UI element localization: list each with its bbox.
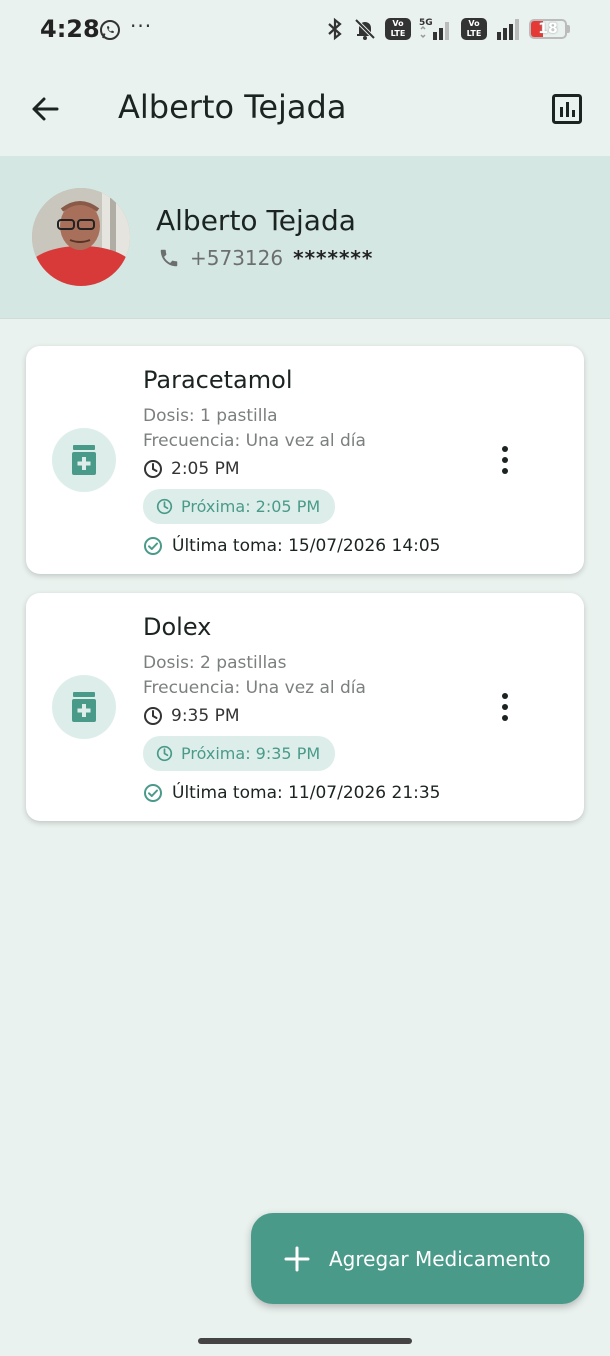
medication-time-row: 2:05 PM: [143, 459, 240, 479]
patient-phone: +573126 *******: [158, 246, 373, 270]
medication-time-row: 9:35 PM: [143, 706, 240, 726]
bluetooth-icon: [328, 17, 342, 41]
clock-icon: [144, 460, 162, 478]
whatsapp-icon: [100, 20, 120, 40]
status-bar: 4:28 ··· Vo LTE 5G Vo LTE 18: [0, 0, 610, 60]
next-dose-chip: Próxima: 9:35 PM: [143, 736, 336, 771]
last-taken-text: Última toma: 11/07/2026 21:35: [172, 783, 441, 803]
phone-number: +573126: [190, 246, 284, 270]
medication-frequency: Frecuencia: Una vez al día: [143, 431, 366, 451]
volte-icon-2: Vo LTE: [461, 18, 487, 40]
last-taken-text: Última toma: 15/07/2026 14:05: [172, 536, 441, 556]
next-dose-text: Próxima: 2:05 PM: [181, 497, 321, 516]
check-circle-icon: [144, 784, 162, 802]
add-medication-label: Agregar Medicamento: [329, 1246, 551, 1271]
clock-icon: [156, 498, 173, 515]
status-time: 4:28: [40, 15, 100, 43]
status-overflow: ···: [130, 14, 153, 38]
page-title: Alberto Tejada: [118, 88, 347, 126]
volte-icon: Vo LTE: [385, 18, 411, 40]
medication-time: 9:35 PM: [171, 706, 240, 726]
screen: 4:28 ··· Vo LTE 5G Vo LTE 18 Alberto Tej…: [0, 0, 610, 1356]
medication-name: Dolex: [143, 613, 212, 641]
arrow-left-icon: [32, 97, 59, 121]
clock-icon: [144, 707, 162, 725]
bell-off-icon: [354, 18, 376, 40]
back-button[interactable]: [22, 86, 68, 132]
more-vertical-icon: [502, 693, 508, 699]
add-medication-button[interactable]: Agregar Medicamento: [251, 1213, 584, 1304]
statistics-button[interactable]: [544, 86, 590, 132]
medication-icon-circle: [52, 675, 116, 739]
medication-time: 2:05 PM: [171, 459, 240, 479]
next-dose-text: Próxima: 9:35 PM: [181, 744, 321, 763]
medication-icon-circle: [52, 428, 116, 492]
patient-name: Alberto Tejada: [156, 204, 356, 237]
medication-card[interactable]: Dolex Dosis: 2 pastillas Frecuencia: Una…: [26, 593, 584, 821]
last-taken-row: Última toma: 11/07/2026 21:35: [143, 783, 441, 803]
more-vertical-icon: [502, 446, 508, 452]
signal-5g-icon: 5G: [419, 18, 449, 40]
battery-icon: 18: [529, 19, 570, 39]
avatar[interactable]: [32, 188, 130, 286]
app-bar: Alberto Tejada: [0, 60, 610, 156]
check-circle-icon: [144, 537, 162, 555]
bar-chart-icon: [552, 94, 582, 124]
avatar-photo: [32, 188, 130, 286]
phone-masked: *******: [293, 246, 374, 270]
last-taken-row: Última toma: 15/07/2026 14:05: [143, 536, 441, 556]
medication-dose: Dosis: 1 pastilla: [143, 406, 278, 426]
clock-icon: [156, 745, 173, 762]
svg-text:5G: 5G: [419, 18, 433, 28]
battery-level: 18: [538, 21, 558, 37]
patient-header: Alberto Tejada +573126 *******: [0, 156, 610, 319]
pill-bottle-icon: [72, 692, 96, 722]
medication-dose: Dosis: 2 pastillas: [143, 653, 287, 673]
medication-card[interactable]: Paracetamol Dosis: 1 pastilla Frecuencia…: [26, 346, 584, 574]
plus-icon: [284, 1246, 310, 1271]
home-indicator[interactable]: [198, 1338, 412, 1344]
phone-icon: [160, 249, 178, 267]
medication-frequency: Frecuencia: Una vez al día: [143, 678, 366, 698]
medication-name: Paracetamol: [143, 366, 293, 394]
more-options-button[interactable]: [490, 689, 520, 725]
more-options-button[interactable]: [490, 442, 520, 478]
next-dose-chip: Próxima: 2:05 PM: [143, 489, 336, 524]
signal-icon: [497, 19, 519, 40]
status-icons: Vo LTE 5G Vo LTE 18: [325, 16, 570, 42]
pill-bottle-icon: [72, 445, 96, 475]
